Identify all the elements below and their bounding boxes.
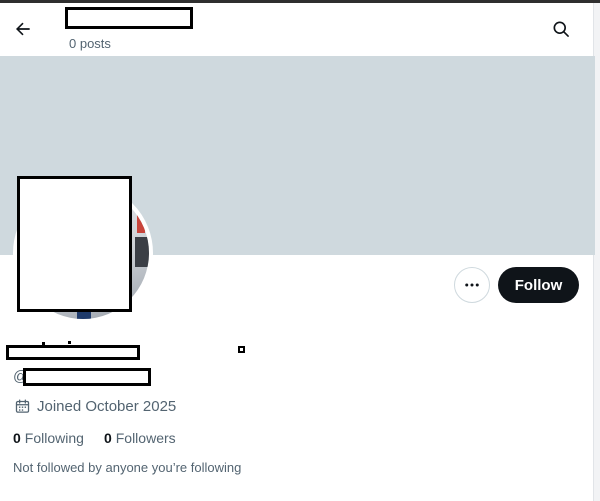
back-button[interactable] [8, 14, 38, 44]
redacted-handle [23, 368, 151, 386]
mutual-followers-note: Not followed by anyone you’re following [13, 460, 242, 475]
avatar-detail [137, 215, 145, 233]
arrow-left-icon [16, 22, 30, 36]
redacted-avatar [17, 176, 132, 312]
join-date-text: Joined October 2025 [37, 398, 177, 415]
avatar-detail [135, 237, 149, 267]
posts-count: 0 posts [69, 36, 111, 51]
window-top-border [0, 0, 600, 3]
search-button[interactable] [546, 14, 576, 44]
follow-button[interactable]: Follow [498, 267, 579, 303]
more-horizontal-icon [465, 283, 479, 287]
redacted-display-name [6, 345, 140, 360]
following-label: Following [24, 430, 84, 446]
followers-link[interactable]: 0 Followers [104, 430, 176, 446]
followers-count: 0 [103, 430, 112, 446]
more-options-button[interactable] [454, 267, 490, 303]
redacted-profile-name [65, 7, 193, 29]
following-link[interactable]: 0 Following [13, 430, 84, 446]
text-speck [68, 341, 71, 344]
join-date: Joined October 2025 [14, 398, 176, 415]
verified-mark [238, 346, 245, 353]
calendar-icon [15, 399, 30, 413]
following-count: 0 [13, 430, 21, 446]
search-icon [553, 21, 569, 37]
follow-stats: 0 Following 0 Followers [13, 430, 176, 446]
followers-label: Followers [115, 430, 176, 446]
